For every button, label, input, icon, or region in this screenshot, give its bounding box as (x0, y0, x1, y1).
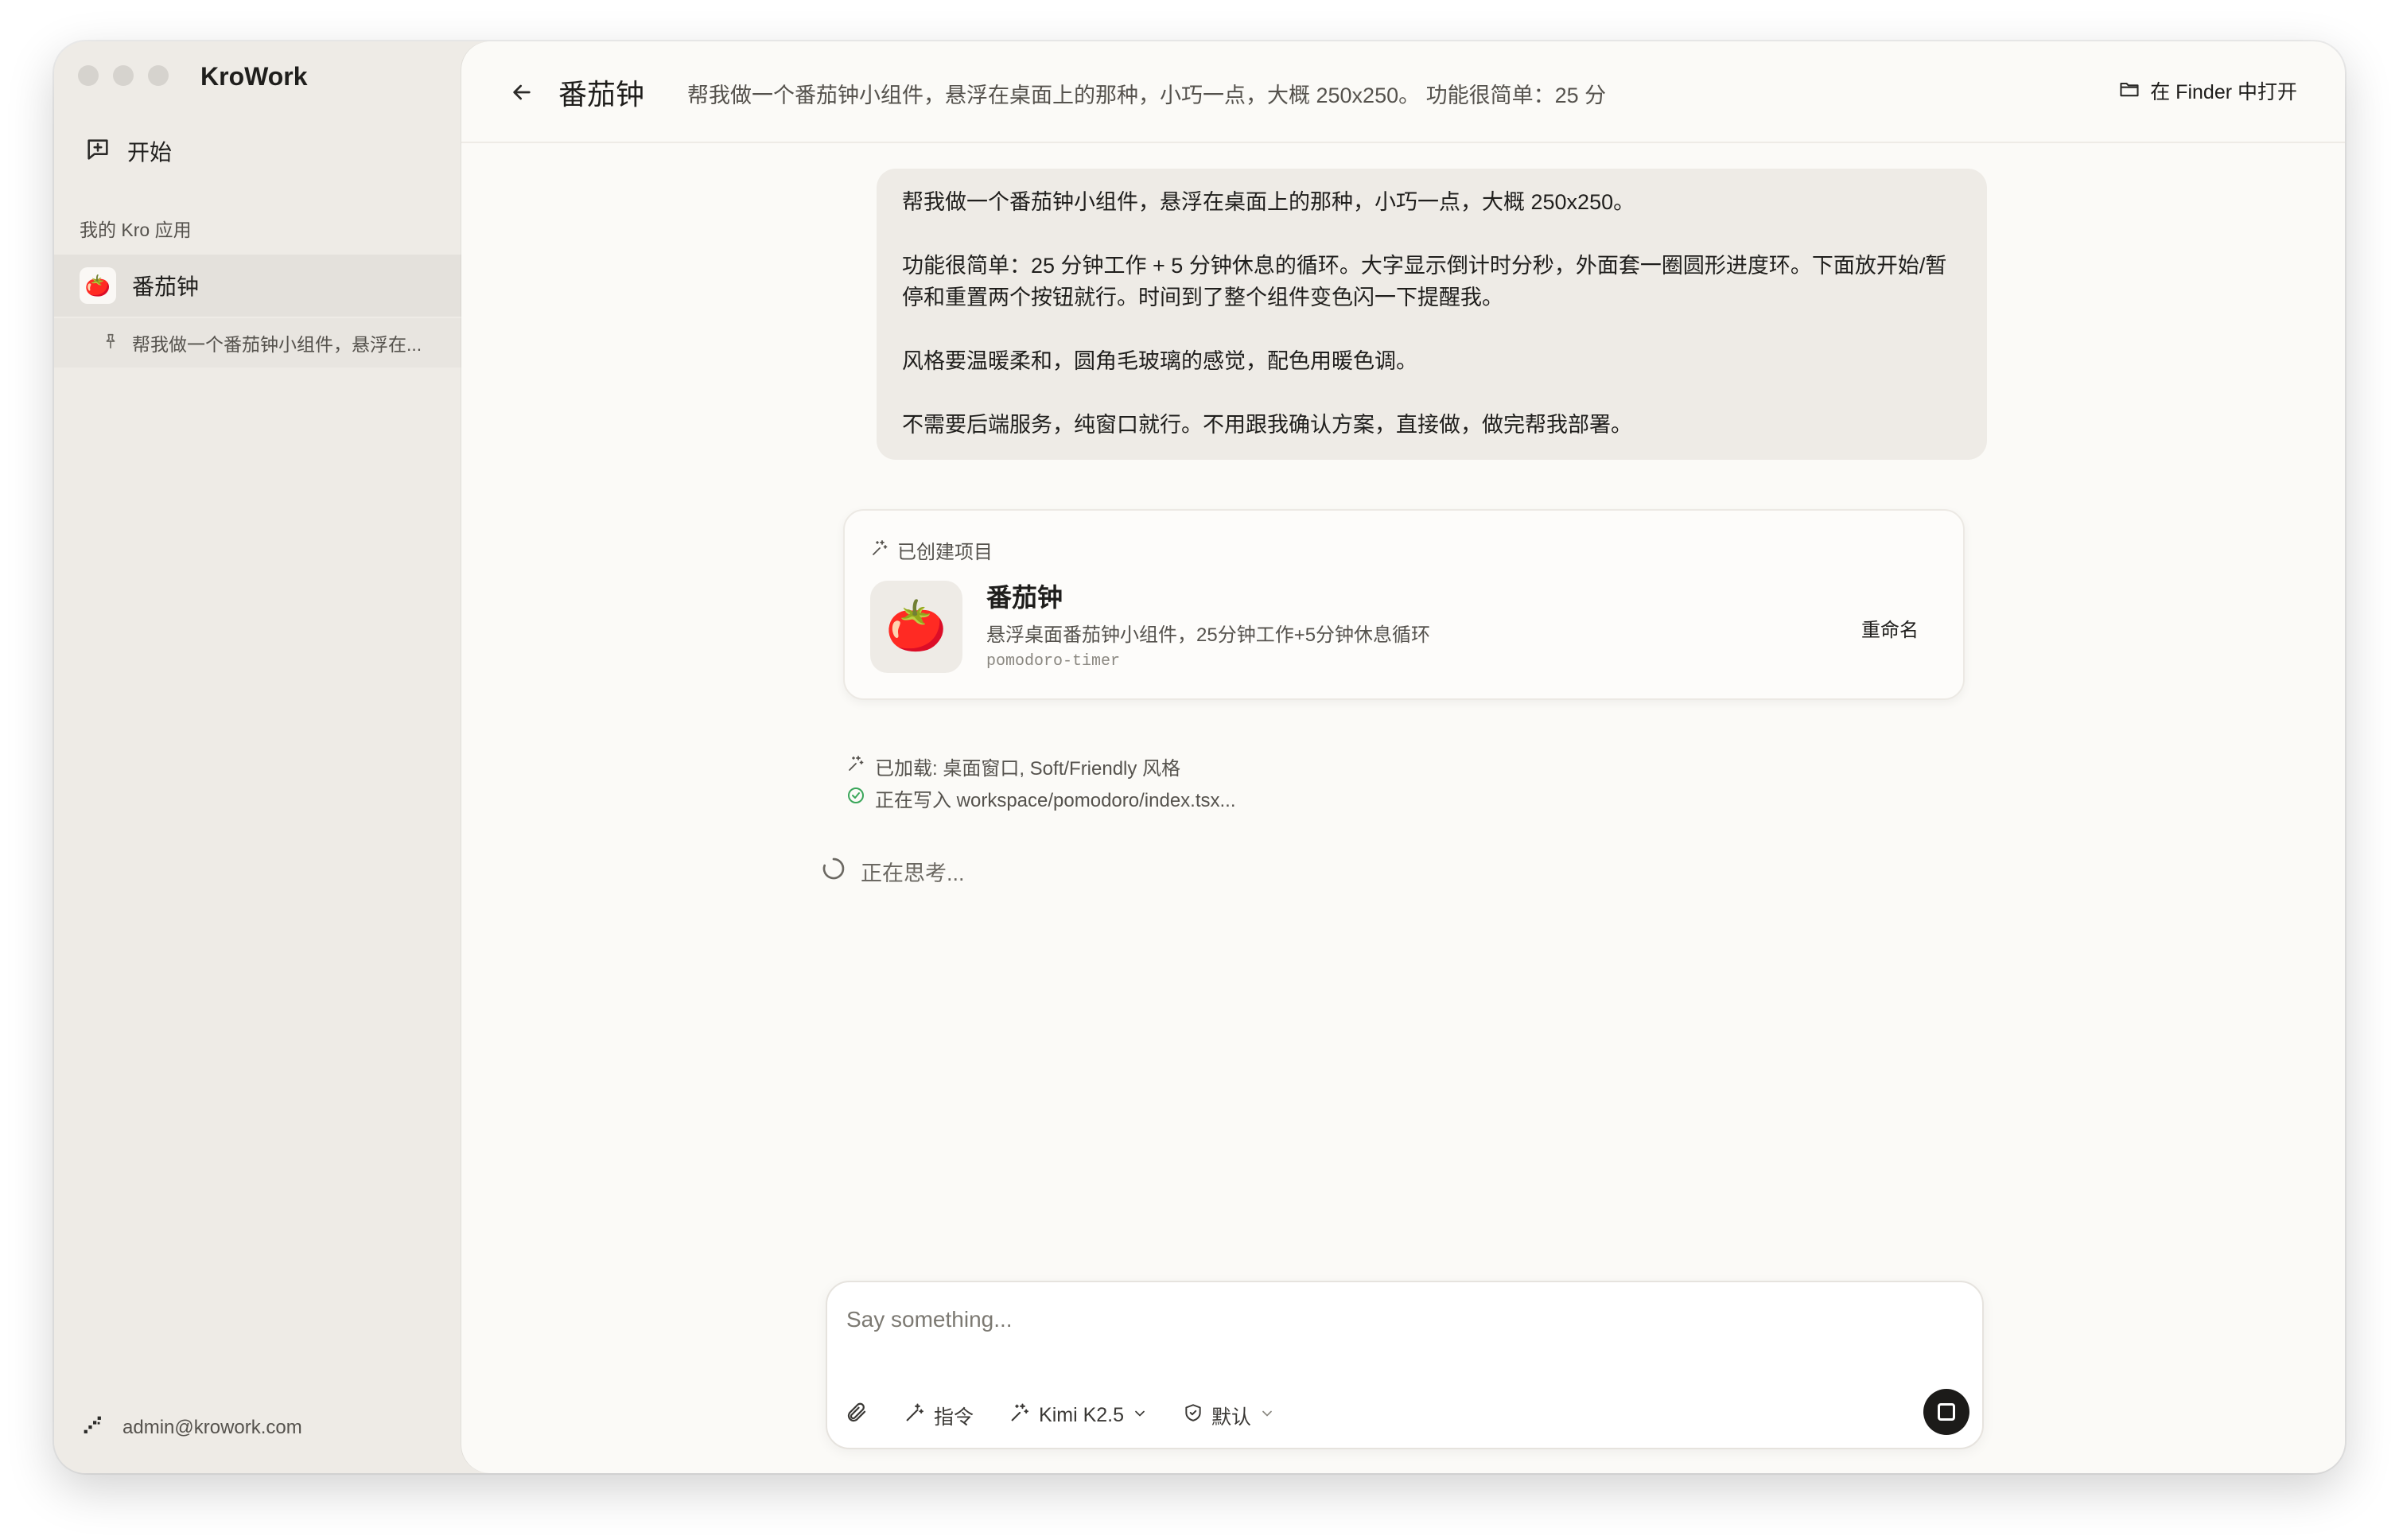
project-description: 悬浮桌面番茄钟小组件，25分钟工作+5分钟休息循环 (986, 624, 1431, 646)
minimize-window-button[interactable] (113, 65, 134, 86)
model-select[interactable]: Kimi K2.5 (1009, 1402, 1148, 1429)
new-chat-icon (84, 136, 111, 167)
tomato-icon: 🍅 (80, 267, 116, 304)
sparkle-icon (870, 539, 889, 562)
project-card-header: 已创建项目 (870, 536, 993, 564)
sidebar-item-pomodoro[interactable]: 🍅 番茄钟 (54, 255, 461, 317)
zoom-window-button[interactable] (148, 65, 169, 86)
sparkle-icon (846, 754, 865, 779)
tomato-icon: 🍅 (870, 581, 962, 673)
shield-icon (1183, 1402, 1203, 1429)
start-label: 开始 (127, 140, 173, 165)
thinking-label: 正在思考... (861, 861, 965, 885)
paperclip-icon (845, 1401, 869, 1430)
step-text: 已加载: 桌面窗口, Soft/Friendly 风格 (875, 758, 1181, 780)
user-icon (80, 1412, 107, 1443)
pin-icon (102, 332, 119, 354)
message-paragraph: 风格要温暖柔和，圆角毛玻璃的感觉，配色用暖色调。 (902, 349, 1417, 373)
step-text: 正在写入 workspace/pomodoro/index.tsx... (875, 790, 1236, 811)
stop-button[interactable] (1923, 1389, 1969, 1435)
mode-label: 默认 (1211, 1406, 1252, 1429)
message-paragraph: 功能很简单：25 分钟工作 + 5 分钟休息的循环。大字显示倒计时分秒，外面套一… (902, 254, 1947, 309)
message-paragraph: 帮我做一个番茄钟小组件，悬浮在桌面上的那种，小巧一点，大概 250x250。 (902, 190, 1635, 214)
command-button[interactable]: 指令 (904, 1402, 974, 1430)
user-account[interactable]: admin@krowork.com (80, 1412, 302, 1443)
wand-icon (904, 1402, 926, 1429)
finder-label: 在 Finder 中打开 (2150, 81, 2297, 103)
sidebar: KroWork 开始 我的 Kro 应用 🍅 番茄钟 帮我做一个番茄钟小组件，悬 (54, 41, 461, 1473)
attach-button[interactable] (845, 1401, 869, 1430)
folder-icon (2118, 78, 2140, 104)
rename-button[interactable]: 重命名 (1861, 614, 1919, 642)
main-panel: 番茄钟 帮我做一个番茄钟小组件，悬浮在桌面上的那种，小巧一点，大概 250x25… (461, 41, 2345, 1473)
user-email: admin@krowork.com (122, 1416, 302, 1438)
sidebar-session-item[interactable]: 帮我做一个番茄钟小组件，悬浮在... (54, 318, 461, 368)
check-circle-icon (846, 786, 865, 811)
step-writing: 正在写入 workspace/pomodoro/index.tsx... (846, 784, 1236, 812)
project-name: 番茄钟 (986, 583, 1063, 612)
start-button[interactable]: 开始 (84, 129, 172, 173)
mode-select[interactable]: 默认 (1183, 1402, 1275, 1430)
sparkle-icon (1009, 1402, 1031, 1429)
composer-toolbar: 指令 Kimi K2.5 默认 (845, 1401, 1275, 1430)
step-loaded: 已加载: 桌面窗口, Soft/Friendly 风格 (846, 752, 1180, 780)
command-label: 指令 (934, 1406, 974, 1429)
section-label: 我的 Kro 应用 (80, 220, 192, 240)
thinking-indicator: 正在思考... (821, 856, 965, 887)
window-controls (78, 65, 169, 86)
message-input[interactable] (846, 1301, 1880, 1338)
back-button[interactable] (506, 76, 538, 108)
stop-icon (1938, 1403, 1955, 1421)
session-label: 帮我做一个番茄钟小组件，悬浮在... (132, 334, 422, 355)
open-in-finder-button[interactable]: 在 Finder 中打开 (2118, 76, 2297, 105)
page-title: 番茄钟 (558, 79, 645, 111)
arrow-left-icon (513, 84, 531, 100)
chevron-down-icon (1259, 1404, 1275, 1427)
model-label: Kimi K2.5 (1039, 1404, 1124, 1426)
app-window: KroWork 开始 我的 Kro 应用 🍅 番茄钟 帮我做一个番茄钟小组件，悬 (54, 41, 2345, 1473)
spinner-icon (821, 856, 846, 887)
app-title: KroWork (200, 62, 308, 91)
page-subtitle: 帮我做一个番茄钟小组件，悬浮在桌面上的那种，小巧一点，大概 250x250。 功… (687, 84, 1607, 107)
sidebar-item-label: 番茄钟 (132, 274, 200, 299)
user-message: 帮我做一个番茄钟小组件，悬浮在桌面上的那种，小巧一点，大概 250x250。 功… (877, 169, 1987, 460)
composer: 指令 Kimi K2.5 (826, 1281, 1984, 1449)
project-card: 已创建项目 🍅 番茄钟 悬浮桌面番茄钟小组件，25分钟工作+5分钟休息循环 po… (843, 509, 1965, 700)
chevron-down-icon (1132, 1404, 1148, 1427)
project-slug: pomodoro-timer (986, 652, 1121, 671)
top-bar: 番茄钟 帮我做一个番茄钟小组件，悬浮在桌面上的那种，小巧一点，大概 250x25… (461, 41, 2345, 143)
close-window-button[interactable] (78, 65, 99, 86)
message-paragraph: 不需要后端服务，纯窗口就行。不用跟我确认方案，直接做，做完帮我部署。 (902, 413, 1632, 437)
project-card-header-label: 已创建项目 (897, 542, 993, 563)
